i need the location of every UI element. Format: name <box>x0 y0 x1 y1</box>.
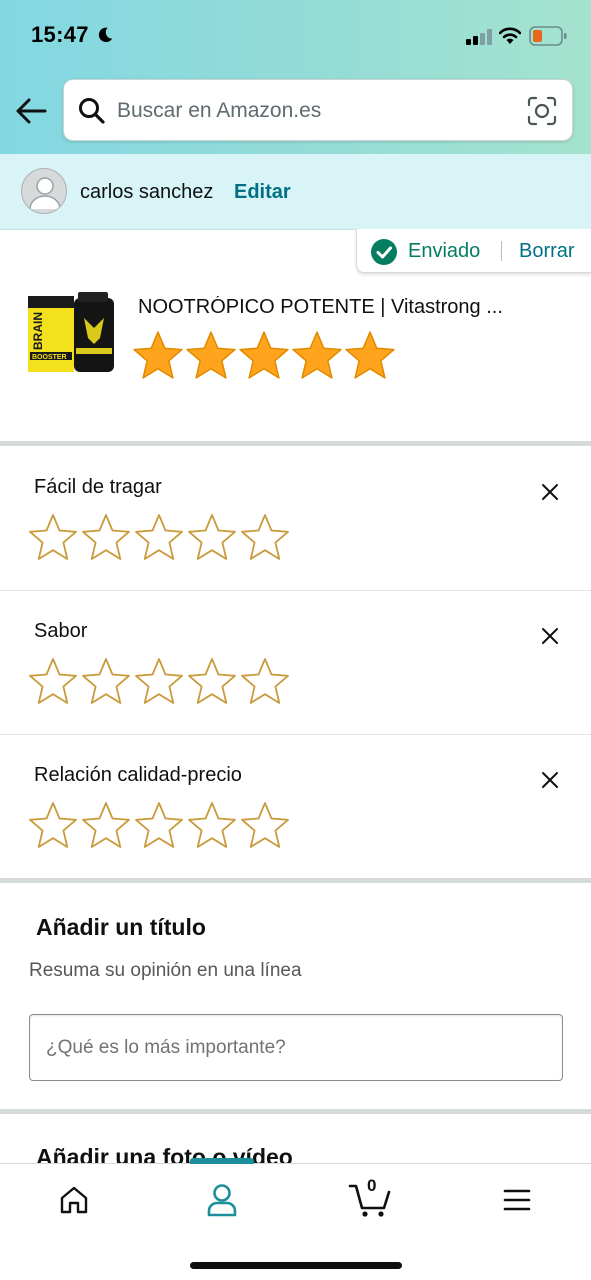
star-filled-icon[interactable] <box>344 330 396 380</box>
overall-rating-stars[interactable] <box>132 330 396 382</box>
star-filled-icon[interactable] <box>185 330 237 380</box>
battery-icon <box>529 26 567 46</box>
menu-icon[interactable] <box>503 1187 531 1213</box>
attribute-label: Fácil de tragar <box>34 476 162 498</box>
delete-link[interactable]: Borrar <box>519 240 575 263</box>
section-divider <box>0 878 591 883</box>
search-placeholder: Buscar en Amazon.es <box>117 99 322 122</box>
attribute-stars[interactable] <box>28 657 290 705</box>
product-image-text: BRAIN <box>31 312 45 350</box>
wifi-icon <box>499 27 521 44</box>
close-icon[interactable] <box>540 482 560 502</box>
star-outline-icon[interactable] <box>240 657 290 705</box>
back-arrow-icon[interactable] <box>14 96 48 126</box>
star-outline-icon[interactable] <box>134 801 184 849</box>
attribute-rating-value-for-money: Relación calidad-precio <box>0 734 591 878</box>
add-title-heading: Añadir un título <box>36 914 206 940</box>
active-tab-indicator <box>190 1158 254 1164</box>
reviewer-name: carlos sanchez <box>80 181 214 203</box>
home-icon[interactable] <box>59 1185 89 1215</box>
app-header: 15:47 Buscar en Amazon.es <box>0 0 591 154</box>
star-outline-icon[interactable] <box>240 801 290 849</box>
reviewer-bar: carlos sanchez Editar <box>0 154 591 230</box>
account-icon[interactable] <box>206 1183 238 1217</box>
star-outline-icon[interactable] <box>187 801 237 849</box>
status-time: 15:47 <box>31 22 89 47</box>
star-outline-icon[interactable] <box>187 513 237 561</box>
star-outline-icon[interactable] <box>134 657 184 705</box>
camera-scan-icon[interactable] <box>527 96 557 126</box>
star-filled-icon[interactable] <box>238 330 290 380</box>
review-status-bar: Enviado Borrar <box>356 229 591 273</box>
star-outline-icon[interactable] <box>81 657 131 705</box>
product-image[interactable]: BRAIN BOOSTER <box>28 290 116 376</box>
attribute-rating-taste: Sabor <box>0 590 591 734</box>
star-outline-icon[interactable] <box>28 657 78 705</box>
edit-name-link[interactable]: Editar <box>234 181 291 204</box>
star-outline-icon[interactable] <box>28 801 78 849</box>
attribute-stars[interactable] <box>28 801 290 849</box>
sent-status-label: Enviado <box>408 240 481 262</box>
star-outline-icon[interactable] <box>81 801 131 849</box>
attribute-label: Relación calidad-precio <box>34 764 242 786</box>
cellular-signal-icon <box>466 29 492 45</box>
user-silhouette-icon <box>29 177 61 210</box>
cart-count: 0 <box>367 1176 377 1195</box>
product-title[interactable]: NOOTRÓPICO POTENTE | Vitastrong ... <box>138 296 528 319</box>
close-icon[interactable] <box>540 626 560 646</box>
attribute-stars[interactable] <box>28 513 290 561</box>
review-title-input[interactable] <box>29 1014 563 1081</box>
svg-text:BOOSTER: BOOSTER <box>32 354 67 361</box>
star-outline-icon[interactable] <box>28 513 78 561</box>
avatar <box>21 168 67 214</box>
search-icon <box>79 98 105 124</box>
close-icon[interactable] <box>540 770 560 790</box>
star-filled-icon[interactable] <box>132 330 184 380</box>
search-input[interactable]: Buscar en Amazon.es <box>63 79 573 141</box>
star-outline-icon[interactable] <box>187 657 237 705</box>
star-outline-icon[interactable] <box>81 513 131 561</box>
star-outline-icon[interactable] <box>134 513 184 561</box>
check-circle-icon <box>371 239 397 265</box>
section-divider <box>0 1109 591 1114</box>
add-title-subheading: Resuma su opinión en una línea <box>29 960 302 981</box>
moon-icon <box>98 27 113 43</box>
divider <box>501 241 502 261</box>
attribute-rating-easy-to-swallow: Fácil de tragar <box>0 446 591 590</box>
attribute-label: Sabor <box>34 620 88 642</box>
bottom-navigation: 0 <box>0 1158 591 1280</box>
star-filled-icon[interactable] <box>291 330 343 380</box>
home-indicator <box>190 1262 402 1269</box>
star-outline-icon[interactable] <box>240 513 290 561</box>
